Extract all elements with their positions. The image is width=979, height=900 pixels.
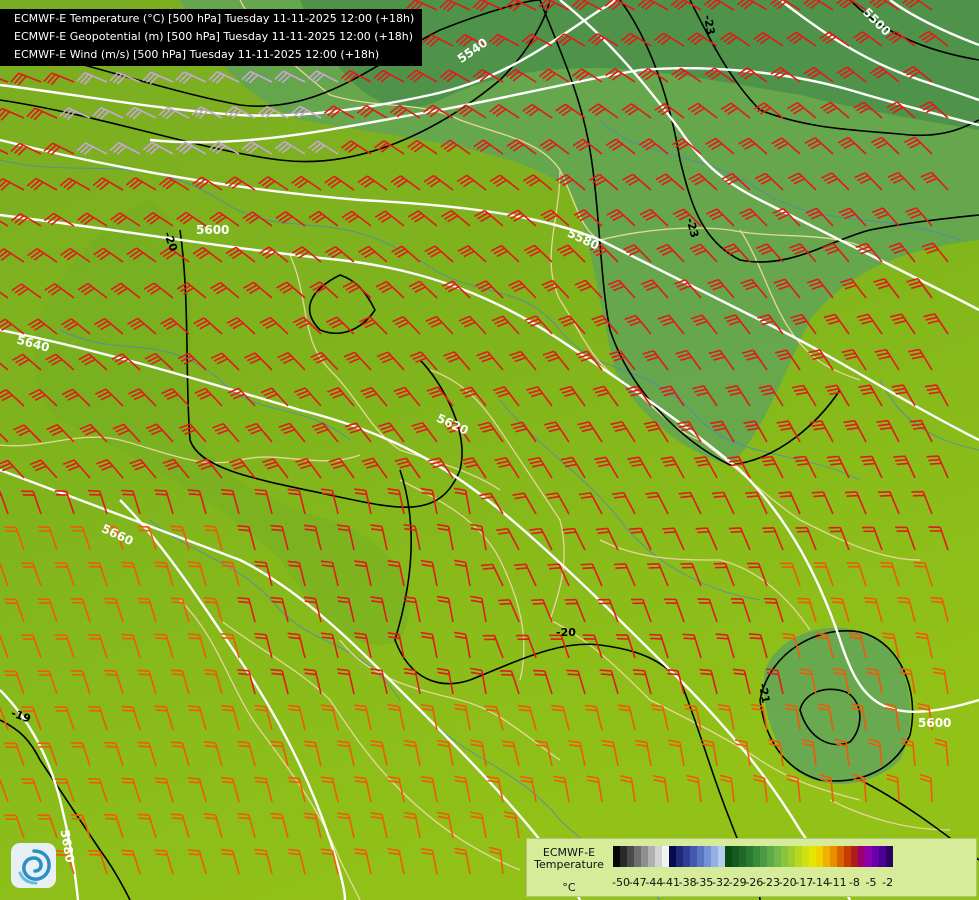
legend-swatch	[816, 846, 823, 867]
legend-tick-label: -41	[662, 876, 680, 889]
legend-tick-label: -2	[882, 876, 894, 889]
legend-swatch	[697, 846, 704, 867]
legend-swatch	[837, 846, 844, 867]
legend-swatch	[753, 846, 760, 867]
legend-swatch	[872, 846, 879, 867]
legend-swatch	[760, 846, 767, 867]
legend-swatch	[844, 846, 851, 867]
legend-unit: °C	[562, 881, 576, 894]
legend-swatch	[662, 846, 669, 867]
legend-swatch	[851, 846, 858, 867]
legend-title: ECMWF-E Temperature	[527, 847, 611, 871]
legend-swatch	[767, 846, 774, 867]
legend-swatch	[641, 846, 648, 867]
legend-swatch	[704, 846, 711, 867]
legend-swatch	[886, 846, 893, 867]
legend-tick-label: -38	[678, 876, 697, 889]
legend-swatch	[683, 846, 690, 867]
legend-swatch	[732, 846, 739, 867]
legend-swatch	[830, 846, 837, 867]
info-line-geopotential: ECMWF-E Geopotential (m) [500 hPa] Tuesd…	[14, 30, 414, 43]
legend-swatch	[648, 846, 655, 867]
legend-swatch	[781, 846, 788, 867]
info-line-wind: ECMWF-E Wind (m/s) [500 hPa] Tuesday 11-…	[14, 48, 380, 61]
map-info-box: ECMWF-E Temperature (°C) [500 hPa] Tuesd…	[0, 9, 423, 66]
temperature-label: -20	[556, 626, 576, 639]
legend-swatch	[620, 846, 627, 867]
legend-tick-label: -20	[778, 876, 797, 889]
legend-swatch	[795, 846, 802, 867]
legend-swatch	[676, 846, 683, 867]
legend-title-line2: Temperature	[534, 858, 604, 871]
legend-swatch	[634, 846, 641, 867]
legend-tick-label: -8	[848, 876, 860, 889]
app-logo[interactable]	[11, 843, 56, 888]
legend-swatch	[690, 846, 697, 867]
swirl-logo-icon	[18, 849, 51, 885]
legend-swatch	[627, 846, 634, 867]
weather-map[interactable]: 5540 5500 5580 5600 5640 5620 5660 5600 …	[0, 0, 979, 900]
legend-tick-label: -44	[645, 876, 664, 889]
info-line-temperature: ECMWF-E Temperature (°C) [500 hPa] Tuesd…	[14, 12, 415, 25]
legend-swatch	[858, 846, 865, 867]
legend-swatch	[711, 846, 718, 867]
legend-swatch	[788, 846, 795, 867]
legend-swatch	[613, 846, 620, 867]
legend-swatch	[746, 846, 753, 867]
geopotential-label: 5600	[196, 223, 229, 237]
legend-tick-label: -29	[728, 876, 747, 889]
geopotential-label: 5600	[918, 716, 951, 730]
legend-swatch	[802, 846, 809, 867]
legend-swatch	[823, 846, 830, 867]
legend-tick-label: -5	[865, 876, 877, 889]
legend-color-scale	[613, 846, 893, 867]
legend-swatch	[774, 846, 781, 867]
legend-tick-label: -26	[745, 876, 764, 889]
legend-tick-label: -11	[828, 876, 847, 889]
legend-tick-label: -50	[612, 876, 630, 889]
legend-swatch	[725, 846, 732, 867]
legend-tick-label: -23	[762, 876, 780, 889]
legend-tick-labels: -50 -47 -44 -41 -38 -35 -32 -29 -26 -23 -20 -17 -14-…	[612, 876, 977, 890]
legend-swatch	[718, 846, 725, 867]
legend-swatch	[739, 846, 746, 867]
legend-swatch	[809, 846, 816, 867]
legend-swatch	[655, 846, 662, 867]
legend-tick-label: -47	[628, 876, 647, 889]
legend-tick-label: -32	[712, 876, 730, 889]
legend-tick-label: -14	[812, 876, 830, 889]
legend-swatch	[669, 846, 676, 867]
legend-swatch	[879, 846, 886, 867]
legend-swatch	[865, 846, 872, 867]
temperature-legend: ECMWF-E Temperature °C -50 -47 -44 -41 -38 -3…	[526, 838, 977, 897]
legend-tick-label: -35	[695, 876, 714, 889]
legend-tick-label: -17	[795, 876, 814, 889]
